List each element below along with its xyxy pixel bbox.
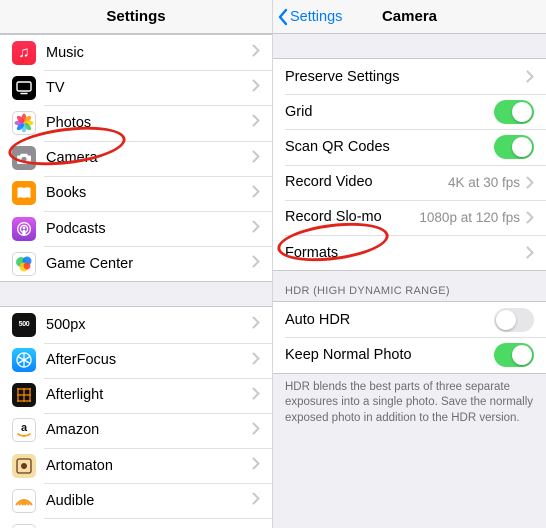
hdr-footnote: HDR blends the best parts of three separ… [273, 374, 546, 437]
settings-item-photos[interactable]: Photos [0, 105, 272, 140]
chevron-right-icon [252, 44, 260, 61]
amazon-icon: a [12, 418, 36, 442]
record-slomo-value: 1080p at 120 fps [419, 210, 520, 225]
photos-icon [12, 111, 36, 135]
500px-label: 500px [46, 317, 252, 333]
chevron-right-icon [526, 211, 534, 224]
audible-label: Audible [46, 493, 252, 509]
books-label: Books [46, 185, 252, 201]
hdr-group: Auto HDR Keep Normal Photo [273, 301, 546, 373]
settings-group-apple: ♫ Music TV Photos Camera Books Podcasts Game Ce… [0, 34, 272, 282]
afterlight-label: Afterlight [46, 387, 252, 403]
chevron-right-icon [252, 352, 260, 369]
row-keep-normal[interactable]: Keep Normal Photo [273, 337, 546, 372]
settings-panel: Settings ♫ Music TV Photos Camera Books Podcas… [0, 0, 273, 528]
tv-icon [12, 76, 36, 100]
settings-group-thirdparty: 500 500px AfterFocus Afterlight a Amazon Artom… [0, 306, 272, 528]
afterfocus-label: AfterFocus [46, 352, 252, 368]
grid-switch[interactable] [494, 100, 534, 124]
podcasts-icon [12, 217, 36, 241]
settings-navbar: Settings [0, 0, 272, 34]
record-video-label: Record Video [285, 174, 448, 190]
grid-label: Grid [285, 104, 494, 120]
row-formats[interactable]: Formats [273, 235, 546, 270]
gamecenter-icon [12, 252, 36, 276]
camera-icon [12, 146, 36, 170]
audible-icon [12, 489, 36, 513]
settings-item-artomaton[interactable]: Artomaton [0, 448, 272, 483]
chevron-right-icon [526, 70, 534, 83]
camera-top-spacer [273, 34, 546, 58]
gamecenter-label: Game Center [46, 256, 252, 272]
keep-normal-switch[interactable] [494, 343, 534, 367]
auto-hdr-switch[interactable] [494, 308, 534, 332]
afterlight-icon [12, 383, 36, 407]
camera-panel: Settings Camera Preserve Settings Grid S… [273, 0, 546, 528]
settings-item-afterlight[interactable]: Afterlight [0, 378, 272, 413]
500px-icon: 500 [12, 313, 36, 337]
artomaton-icon [12, 454, 36, 478]
settings-item-audible[interactable]: Audible [0, 483, 272, 518]
music-label: Music [46, 45, 252, 61]
settings-item-podcasts[interactable]: Podcasts [0, 211, 272, 246]
chevron-right-icon [252, 316, 260, 333]
chevron-right-icon [252, 255, 260, 272]
settings-item-books[interactable]: Books [0, 176, 272, 211]
settings-item-amazon[interactable]: a Amazon [0, 413, 272, 448]
music-icon: ♫ [12, 41, 36, 65]
settings-item-afterfocus[interactable]: AfterFocus [0, 343, 272, 378]
camera-settings-group: Preserve Settings Grid Scan QR Codes Rec… [273, 58, 546, 271]
tv-label: TV [46, 80, 252, 96]
camera-title: Camera [382, 8, 437, 25]
record-slomo-label: Record Slo-mo [285, 209, 419, 225]
back-button[interactable]: Settings [277, 8, 342, 26]
camera-label: Camera [46, 150, 252, 166]
settings-group-spacer [0, 282, 272, 306]
camera-navbar: Settings Camera [273, 0, 546, 34]
podcasts-label: Podcasts [46, 221, 252, 237]
keep-normal-label: Keep Normal Photo [285, 347, 494, 363]
row-auto-hdr[interactable]: Auto HDR [273, 302, 546, 337]
back-label: Settings [290, 9, 342, 25]
chevron-right-icon [526, 246, 534, 259]
record-video-value: 4K at 30 fps [448, 175, 520, 190]
row-preserve-settings[interactable]: Preserve Settings [273, 59, 546, 94]
settings-item-autotrader[interactable]: Auto Trader [0, 518, 272, 528]
row-record-video[interactable]: Record Video 4K at 30 fps [273, 165, 546, 200]
row-record-slomo[interactable]: Record Slo-mo 1080p at 120 fps [273, 200, 546, 235]
settings-item-500px[interactable]: 500 500px [0, 307, 272, 342]
chevron-right-icon [252, 114, 260, 131]
chevron-right-icon [252, 422, 260, 439]
hdr-section-header: HDR (High Dynamic Range) [273, 271, 546, 301]
chevron-right-icon [526, 176, 534, 189]
auto-hdr-label: Auto HDR [285, 312, 494, 328]
chevron-right-icon [252, 492, 260, 509]
artomaton-label: Artomaton [46, 458, 252, 474]
svg-text:a: a [21, 422, 28, 434]
settings-item-gamecenter[interactable]: Game Center [0, 246, 272, 281]
afterfocus-icon [12, 348, 36, 372]
photos-label: Photos [46, 115, 252, 131]
row-scan-qr[interactable]: Scan QR Codes [273, 129, 546, 164]
settings-title: Settings [106, 8, 165, 25]
autotrader-icon [12, 524, 36, 528]
chevron-right-icon [252, 220, 260, 237]
chevron-right-icon [252, 150, 260, 167]
chevron-left-icon [277, 8, 289, 26]
settings-item-music[interactable]: ♫ Music [0, 35, 272, 70]
preserve-settings-label: Preserve Settings [285, 69, 526, 85]
chevron-right-icon [252, 387, 260, 404]
chevron-right-icon [252, 457, 260, 474]
row-grid[interactable]: Grid [273, 94, 546, 129]
amazon-label: Amazon [46, 422, 252, 438]
settings-item-tv[interactable]: TV [0, 70, 272, 105]
scan-qr-switch[interactable] [494, 135, 534, 159]
chevron-right-icon [252, 79, 260, 96]
books-icon [12, 181, 36, 205]
formats-label: Formats [285, 245, 526, 261]
settings-item-camera[interactable]: Camera [0, 141, 272, 176]
scan-qr-label: Scan QR Codes [285, 139, 494, 155]
chevron-right-icon [252, 185, 260, 202]
